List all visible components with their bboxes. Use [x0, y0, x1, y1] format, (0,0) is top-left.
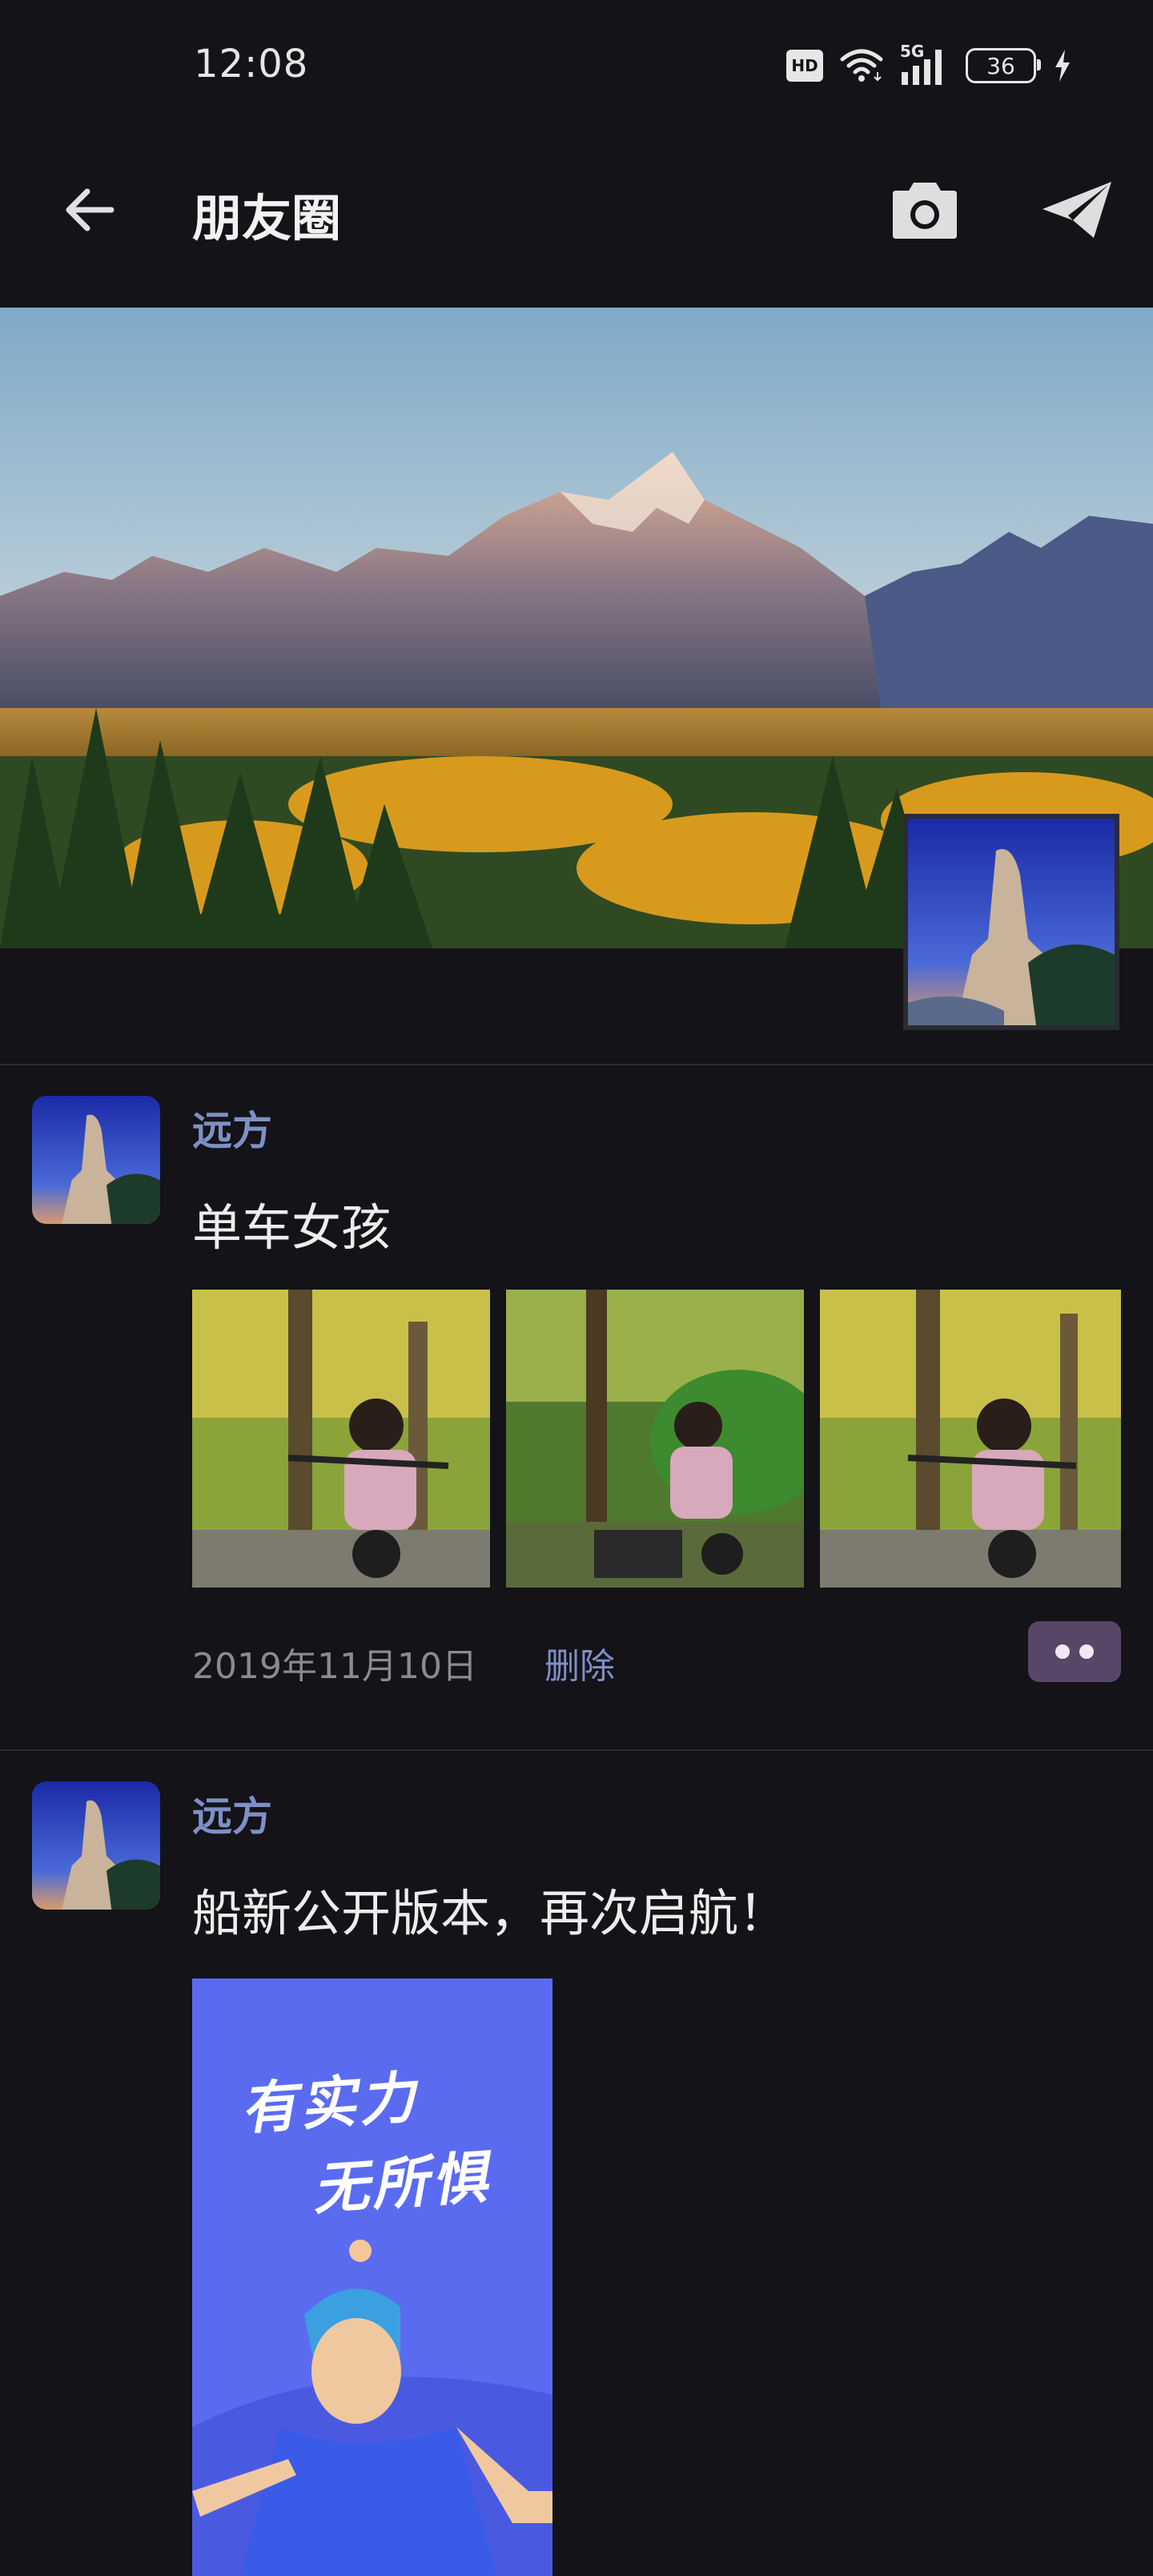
- status-bar: 12:08 HD 5G 36: [0, 0, 1153, 136]
- battery-level: 36: [986, 52, 1015, 79]
- post-item: 远方 单车女孩 2019年11月10日 删除: [0, 1064, 1153, 1749]
- back-button[interactable]: [50, 170, 130, 250]
- delete-button[interactable]: 删除: [544, 1637, 615, 1688]
- post-item: 远方 船新公开版本，再次启航！: [0, 1749, 1153, 2576]
- poster-slogan-line1: 有实力: [238, 2063, 420, 2143]
- rock-peak-avatar-image: [32, 1096, 160, 1224]
- more-dots-icon: [1055, 1644, 1070, 1659]
- arrow-left-icon: [66, 188, 114, 231]
- girl-on-scooter-photo-1: [192, 1290, 490, 1588]
- post-photo[interactable]: [506, 1290, 804, 1588]
- post-date: 2019年11月10日: [192, 1646, 477, 1687]
- battery-icon: 36: [966, 48, 1041, 83]
- moments-page: 12:08 HD 5G 36 朋友圈 远方 单车女孩 2019年11月10日 删…: [0, 0, 1153, 2576]
- hd-icon: HD: [786, 50, 823, 82]
- post-avatar[interactable]: [32, 1096, 160, 1224]
- profile-avatar[interactable]: [903, 814, 1119, 1030]
- rock-peak-avatar-image: [32, 1781, 160, 1910]
- post-author[interactable]: 远方: [192, 1785, 272, 1842]
- signal-icon: 5G: [900, 42, 950, 88]
- post-poster-image[interactable]: 有实力 无所惧: [192, 1978, 552, 2576]
- girl-on-scooter-photo-2: [506, 1290, 804, 1588]
- post-photo[interactable]: [820, 1290, 1121, 1588]
- post-avatar[interactable]: [32, 1781, 160, 1910]
- send-button[interactable]: [1033, 167, 1121, 255]
- rock-peak-avatar-image: [908, 819, 1115, 1025]
- post-text: 单车女孩: [192, 1198, 392, 1257]
- more-dot: [1079, 1644, 1094, 1659]
- network-type-label: 5G: [900, 42, 925, 61]
- paper-plane-icon: [1043, 182, 1111, 238]
- status-time: 12:08: [194, 42, 309, 87]
- camera-icon: [893, 183, 957, 239]
- charging-icon: [1055, 50, 1070, 82]
- post-author[interactable]: 远方: [192, 1099, 272, 1157]
- more-button[interactable]: [1028, 1621, 1121, 1682]
- post-text: 船新公开版本，再次启航！: [192, 1884, 789, 1942]
- post-photo[interactable]: [192, 1290, 490, 1588]
- girl-on-scooter-photo-3: [820, 1290, 1121, 1588]
- top-header: 朋友圈: [0, 136, 1153, 308]
- camera-button[interactable]: [881, 167, 969, 255]
- status-icons: HD 5G 36: [786, 42, 1073, 90]
- poster-slogan-line2: 无所惧: [310, 2143, 492, 2223]
- wifi-icon: [840, 49, 883, 82]
- page-title: 朋友圈: [192, 189, 342, 248]
